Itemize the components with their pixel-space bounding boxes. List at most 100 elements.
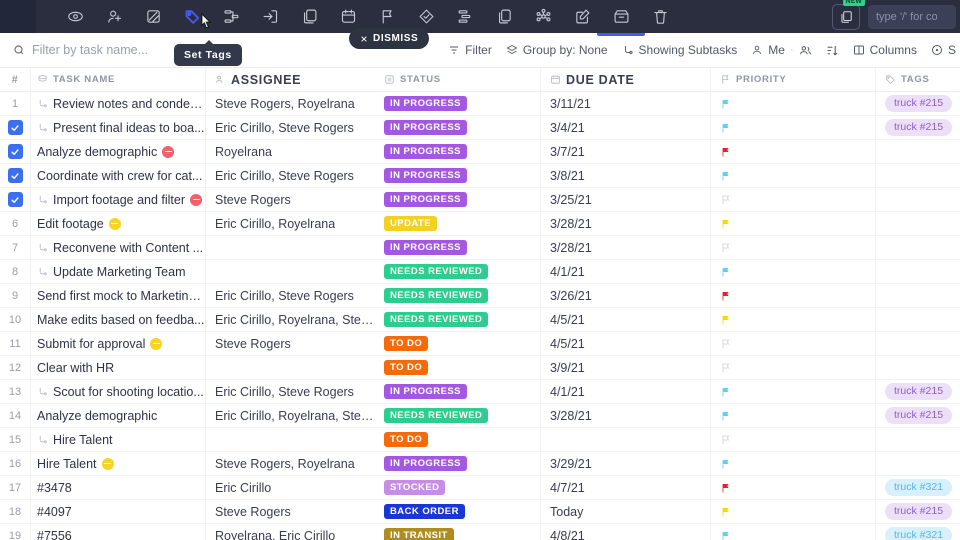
priority-cell[interactable]: [710, 308, 875, 331]
status-cell[interactable]: IN PROGRESS: [375, 140, 540, 163]
tags-cell[interactable]: truck #321: [875, 524, 960, 540]
status-cell[interactable]: STOCKED: [375, 476, 540, 499]
status-badge[interactable]: TO DO: [384, 336, 429, 351]
header-assignee[interactable]: ASSIGNEE: [205, 68, 375, 91]
priority-flag-icon[interactable]: [720, 458, 732, 470]
header-tags[interactable]: TAGS: [875, 68, 960, 91]
assignee-cell[interactable]: Steve Rogers: [205, 332, 375, 355]
assignee-cell[interactable]: Eric Cirillo, Royelrana, Steve ...: [205, 404, 375, 427]
tags-cell[interactable]: [875, 428, 960, 451]
move-icon[interactable]: [255, 4, 285, 29]
due-date-cell[interactable]: 3/4/21: [540, 116, 710, 139]
priority-cell[interactable]: [710, 92, 875, 115]
priority-flag-icon[interactable]: [720, 410, 732, 422]
due-date-cell[interactable]: 4/7/21: [540, 476, 710, 499]
due-date-cell[interactable]: 4/5/21: [540, 308, 710, 331]
table-row[interactable]: 16 Hire Talent Steve Rogers, Royelrana IN P…: [0, 452, 960, 476]
table-row[interactable]: 14 Analyze demographic Eric Cirillo, Royel…: [0, 404, 960, 428]
due-date-cell[interactable]: 4/8/21: [540, 524, 710, 540]
status-badge[interactable]: NEEDS REVIEWED: [384, 312, 489, 327]
assignee-cell[interactable]: [205, 428, 375, 451]
table-row[interactable]: 13 Scout for shooting locatio... Eric Ciri…: [0, 380, 960, 404]
command-input[interactable]: type '/' for co: [868, 4, 956, 29]
status-badge[interactable]: IN PROGRESS: [384, 144, 467, 159]
status-badge[interactable]: IN TRANSIT: [384, 528, 454, 540]
tag-chip[interactable]: truck #321: [885, 479, 953, 496]
table-row[interactable]: Coordinate with crew for cat... Eric Ciri…: [0, 164, 960, 188]
assignee-cell[interactable]: [205, 236, 375, 259]
priority-cell[interactable]: [710, 116, 875, 139]
table-row[interactable]: 18 #4097 Steve Rogers BACK ORDER Today truck …: [0, 500, 960, 524]
tags-cell[interactable]: [875, 188, 960, 211]
status-badge[interactable]: NEEDS REVIEWED: [384, 264, 489, 279]
due-date-cell[interactable]: 4/5/21: [540, 332, 710, 355]
status-badge[interactable]: IN PROGRESS: [384, 456, 467, 471]
priority-cell[interactable]: [710, 212, 875, 235]
flag-icon[interactable]: [372, 4, 402, 29]
tags-cell[interactable]: [875, 164, 960, 187]
table-row[interactable]: Import footage and filter Steve Rogers IN …: [0, 188, 960, 212]
status-cell[interactable]: IN PROGRESS: [375, 188, 540, 211]
priority-flag-icon[interactable]: [720, 530, 732, 540]
row-number[interactable]: 13: [0, 386, 30, 398]
archive-icon[interactable]: [606, 4, 636, 29]
priority-flag-icon[interactable]: [720, 434, 732, 446]
priority-flag-icon[interactable]: [720, 170, 732, 182]
assignee-cell[interactable]: Eric Cirillo: [205, 476, 375, 499]
table-row[interactable]: Present final ideas to boa... Eric Cirill…: [0, 116, 960, 140]
priority-cell[interactable]: [710, 356, 875, 379]
header-task-name[interactable]: TASK NAME: [30, 68, 205, 91]
tag-chip[interactable]: truck #321: [885, 527, 953, 540]
assign-person-icon[interactable]: [99, 4, 129, 29]
duplicate-icon[interactable]: [294, 4, 324, 29]
status-cell[interactable]: TO DO: [375, 332, 540, 355]
header-status[interactable]: STATUS: [375, 68, 540, 91]
tag-chip[interactable]: truck #215: [885, 407, 953, 424]
priority-cell[interactable]: [710, 524, 875, 540]
table-row[interactable]: 6 Edit footage Eric Cirillo, Royelrana UPDA…: [0, 212, 960, 236]
tag-icon[interactable]: [177, 4, 207, 29]
calendar-icon[interactable]: [333, 4, 363, 29]
table-row[interactable]: 17 #3478 Eric Cirillo STOCKED 4/7/21 truck #3…: [0, 476, 960, 500]
status-badge[interactable]: IN PROGRESS: [384, 96, 467, 111]
tags-cell[interactable]: [875, 452, 960, 475]
assignee-cell[interactable]: Eric Cirillo, Royelrana: [205, 212, 375, 235]
due-date-cell[interactable]: 3/9/21: [540, 356, 710, 379]
priority-flag-icon[interactable]: [720, 122, 732, 134]
status-cell[interactable]: IN PROGRESS: [375, 92, 540, 115]
due-date-cell[interactable]: 3/8/21: [540, 164, 710, 187]
priority-cell[interactable]: [710, 452, 875, 475]
row-number[interactable]: 6: [0, 218, 30, 230]
priority-flag-icon[interactable]: [720, 362, 732, 374]
status-cell[interactable]: IN PROGRESS: [375, 116, 540, 139]
showing-subtasks-button[interactable]: Showing Subtasks: [622, 43, 737, 57]
task-name-cell[interactable]: Scout for shooting locatio...: [30, 380, 205, 403]
priority-cell[interactable]: [710, 380, 875, 403]
status-badge[interactable]: UPDATE: [384, 216, 438, 231]
status-cell[interactable]: NEEDS REVIEWED: [375, 308, 540, 331]
row-number[interactable]: 1: [0, 98, 30, 110]
priority-cell[interactable]: [710, 140, 875, 163]
dependency-icon[interactable]: [528, 4, 558, 29]
row-number[interactable]: 12: [0, 362, 30, 374]
priority-cell[interactable]: [710, 188, 875, 211]
priority-flag-icon[interactable]: [720, 314, 732, 326]
task-name-cell[interactable]: Submit for approval: [30, 332, 205, 355]
filter-button[interactable]: Filter: [448, 43, 492, 57]
due-date-cell[interactable]: 3/28/21: [540, 404, 710, 427]
tag-chip[interactable]: truck #215: [885, 383, 953, 400]
assignee-cell[interactable]: Eric Cirillo, Royelrana, Steve ...: [205, 308, 375, 331]
status-cell[interactable]: BACK ORDER: [375, 500, 540, 523]
row-number[interactable]: 10: [0, 314, 30, 326]
tags-cell[interactable]: [875, 260, 960, 283]
table-row[interactable]: 19 #7556 Royelrana, Eric Cirillo IN TRANSIT…: [0, 524, 960, 540]
assignee-cell[interactable]: Royelrana, Eric Cirillo: [205, 524, 375, 540]
status-cell[interactable]: NEEDS REVIEWED: [375, 260, 540, 283]
priority-cell[interactable]: [710, 164, 875, 187]
priority-cell[interactable]: [710, 260, 875, 283]
status-cell[interactable]: IN PROGRESS: [375, 380, 540, 403]
priority-flag-icon[interactable]: [720, 290, 732, 302]
edit-square-icon[interactable]: [567, 4, 597, 29]
assignee-cell[interactable]: Steve Rogers: [205, 188, 375, 211]
due-date-cell[interactable]: 3/25/21: [540, 188, 710, 211]
